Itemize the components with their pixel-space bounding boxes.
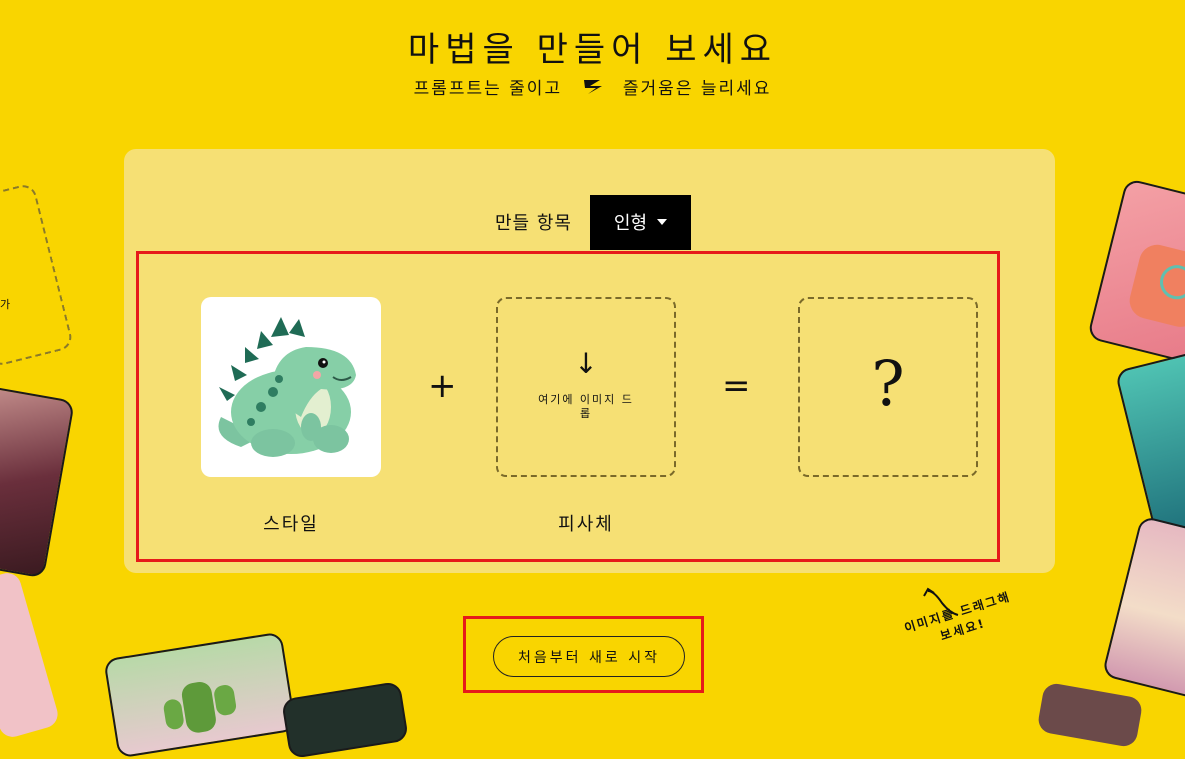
style-label: 스타일 (263, 514, 319, 535)
subject-label: 피사체 (558, 514, 614, 535)
subtitle-left-text: 프롬프트는 줄이고 (413, 79, 563, 99)
decorative-empty-card (0, 182, 75, 368)
make-dropdown-value: 인형 (613, 213, 648, 234)
decorative-pink-image (0, 569, 61, 741)
make-dropdown[interactable]: 인형 (589, 194, 691, 250)
decorative-dark-image (281, 680, 409, 759)
make-selector-row: 만들 항목 인형 (495, 194, 691, 250)
style-image-card[interactable] (201, 297, 381, 477)
decorative-fish-image (1114, 349, 1185, 547)
left-card-fragment-text: 가 (0, 298, 11, 311)
caret-down-icon (657, 219, 668, 225)
subject-drop-zone[interactable]: ↓ 여기에 이미지 드롭 (496, 297, 676, 477)
page-title: 마법을 만들어 보세요 (407, 30, 778, 70)
decorative-witch-image (0, 385, 75, 579)
make-label: 만들 항목 (495, 213, 572, 234)
sparkle-icon (582, 77, 604, 102)
arrow-down-icon: ↓ (574, 347, 598, 380)
question-mark: ? (871, 347, 905, 420)
equals-sign: = (722, 366, 751, 406)
decorative-cactus-image (103, 631, 297, 759)
plus-sign: + (428, 366, 457, 406)
decorative-teacup-image (1101, 515, 1185, 700)
restart-button[interactable]: 처음부터 새로 시작 (493, 636, 685, 677)
decorative-bottom-right-image (1036, 681, 1144, 749)
dinosaur-plush-image (218, 317, 356, 457)
drop-zone-text: 여기에 이미지 드롭 (538, 393, 634, 420)
subtitle-right-text: 즐거움은 늘리세요 (622, 79, 772, 99)
result-card: ? (798, 297, 978, 477)
page-subtitle: 프롬프트는 줄이고 즐거움은 늘리세요 (0, 74, 1185, 102)
decorative-telephone-image (1086, 177, 1185, 368)
